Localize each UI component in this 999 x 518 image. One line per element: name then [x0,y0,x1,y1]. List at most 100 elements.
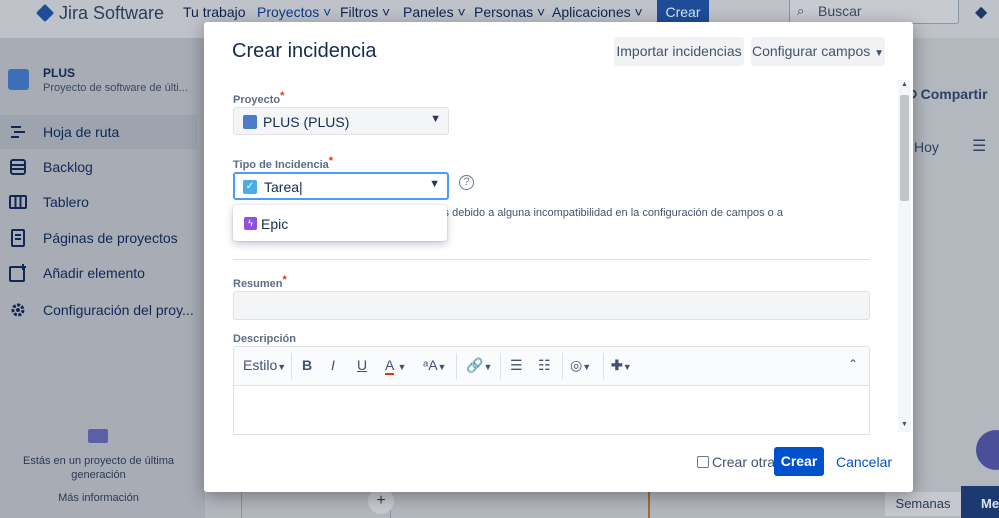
add-item-icon [9,264,26,282]
sidebar-item-add[interactable]: Añadir elemento [0,256,197,290]
mention-button[interactable]: ◎▼ [570,357,591,374]
underline-button[interactable]: U [357,357,367,373]
sidebar-item-backlog[interactable]: Backlog [0,150,197,184]
project-select-value: PLUS (PLUS) [263,114,350,130]
nav-tu-trabajo[interactable]: Tu trabajo [183,4,246,20]
gear-icon [11,303,25,317]
style-label: Estilo [243,357,278,373]
scroll-up-icon[interactable]: ▲ [901,81,908,88]
toolbar-divider [456,353,457,379]
jira-logo-icon[interactable] [35,3,55,23]
toolbar-divider [291,353,292,379]
nav-personas[interactable]: Personas ˅ [474,4,545,20]
sidebar-item-label: Páginas de proyectos [43,230,178,246]
chevron-down-icon: ▼ [437,362,447,372]
summary-input[interactable] [233,291,870,320]
issue-type-dropdown: ϟ Epic [233,205,447,241]
bullet-list-icon[interactable]: ☰ [510,357,523,374]
timeline-marker [648,492,650,518]
search-input[interactable]: ⌕ Buscar [789,0,959,24]
collapse-toolbar-icon[interactable]: ⌃ [848,357,858,371]
project-name: PLUS [43,66,76,80]
toolbar-divider [500,353,501,379]
help-icon[interactable]: ? [459,175,474,190]
today-button[interactable]: Hoy [914,139,939,155]
project-label: Proyecto* [233,90,284,106]
project-subtitle: Proyecto de software de últi... [43,82,188,94]
text-size-label: ᵃA [423,357,438,373]
backlog-icon [10,159,26,175]
create-another-checkbox[interactable]: Crear otra [697,454,775,470]
project-label-text: Proyecto [233,94,281,106]
style-dropdown[interactable]: Estilo▼ [243,357,286,373]
nav-filtros[interactable]: Filtros ˅ [340,4,390,20]
search-icon: ⌕ [797,3,805,18]
sidebar-item-settings[interactable]: Configuración del proy... [0,293,197,327]
create-button[interactable]: Crear [774,447,824,476]
plus-icon: ✚ [611,357,623,373]
numbered-list-icon[interactable]: ☷ [538,357,551,374]
pages-icon [11,229,25,247]
next-gen-line1: Estás en un proyecto de última [22,455,175,467]
text-color-button[interactable]: A ▼ [385,357,407,375]
sidebar-item-label: Backlog [43,159,93,175]
issue-type-value: Tarea| [264,179,303,195]
filter-icon[interactable]: ☰ [972,136,986,156]
notifications-icon[interactable]: ◆ [975,2,987,22]
sidebar-item-roadmap[interactable]: Hoja de ruta [0,115,197,149]
required-marker: * [282,274,287,286]
divider [233,259,870,260]
next-gen-line2: generación [71,469,126,481]
configure-fields-button[interactable]: Configurar campos ▼ [751,37,885,66]
text-color-label: A [385,357,394,375]
editor-toolbar: Estilo▼ B I U A ▼ ᵃA▼ 🔗▼ ☰ ☷ ◎▼ ✚▼ ⌃ [233,346,870,386]
roadmap-icon [11,126,25,138]
required-marker: * [328,155,334,167]
description-label: Descripción [233,333,296,345]
modal-title: Crear incidencia [232,40,377,62]
nav-proyectos[interactable]: Proyectos ˅ [257,4,331,20]
issue-type-label-text: Tipo de Incidencia [233,159,329,171]
chevron-down-icon: ▼ [622,362,632,372]
task-icon: ✓ [243,180,257,194]
nav-aplicaciones[interactable]: Aplicaciones ˅ [552,4,643,20]
cancel-link[interactable]: Cancelar [836,454,892,470]
scrollbar-thumb[interactable] [900,95,909,201]
nav-paneles[interactable]: Paneles ˅ [403,4,466,20]
sidebar-item-pages[interactable]: Páginas de proyectos [0,221,197,255]
sidebar-item-label: Configuración del proy... [43,302,194,318]
app-title[interactable]: Jira Software [59,3,164,24]
issue-type-select[interactable]: ✓ Tarea| ▼ [233,172,449,200]
toolbar-divider [603,353,604,379]
dropdown-option-epic[interactable]: ϟ Epic [233,205,447,241]
project-avatar-icon [243,115,257,129]
share-button[interactable]: ⟲ Compartir [905,86,988,103]
bold-button[interactable]: B [302,357,312,373]
weeks-tab[interactable]: Semanas [885,492,961,516]
sidebar-item-board[interactable]: Tablero [0,185,197,219]
required-marker: * [280,90,285,102]
sidebar-item-label: Hoja de ruta [43,124,120,140]
link-button[interactable]: 🔗▼ [466,357,492,374]
project-select[interactable]: PLUS (PLUS) ▼ [233,107,449,135]
chevron-down-icon: ▼ [430,113,441,125]
import-issues-button[interactable]: Importar incidencias [614,37,744,66]
scroll-down-icon[interactable]: ▼ [901,421,908,428]
chevron-down-icon: ▼ [397,362,407,372]
italic-button[interactable]: I [331,357,335,373]
issue-type-label: Tipo de Incidencia* [233,155,333,171]
next-gen-text: Estás en un proyecto de última generació… [0,454,197,482]
checkbox-box[interactable] [697,456,709,468]
help-fab[interactable] [976,430,999,470]
description-editor[interactable] [233,385,870,435]
dropdown-option-label: Epic [261,216,289,232]
toolbar-divider [562,353,563,379]
board-icon [9,195,27,209]
chevron-down-icon: ▼ [277,362,287,372]
share-label: Compartir [920,86,988,102]
insert-button[interactable]: ✚▼ [611,357,632,374]
months-tab[interactable]: Me [961,486,999,518]
more-info-link[interactable]: Más información [0,492,197,504]
link-icon: 🔗 [466,357,484,373]
text-size-button[interactable]: ᵃA▼ [423,357,446,373]
